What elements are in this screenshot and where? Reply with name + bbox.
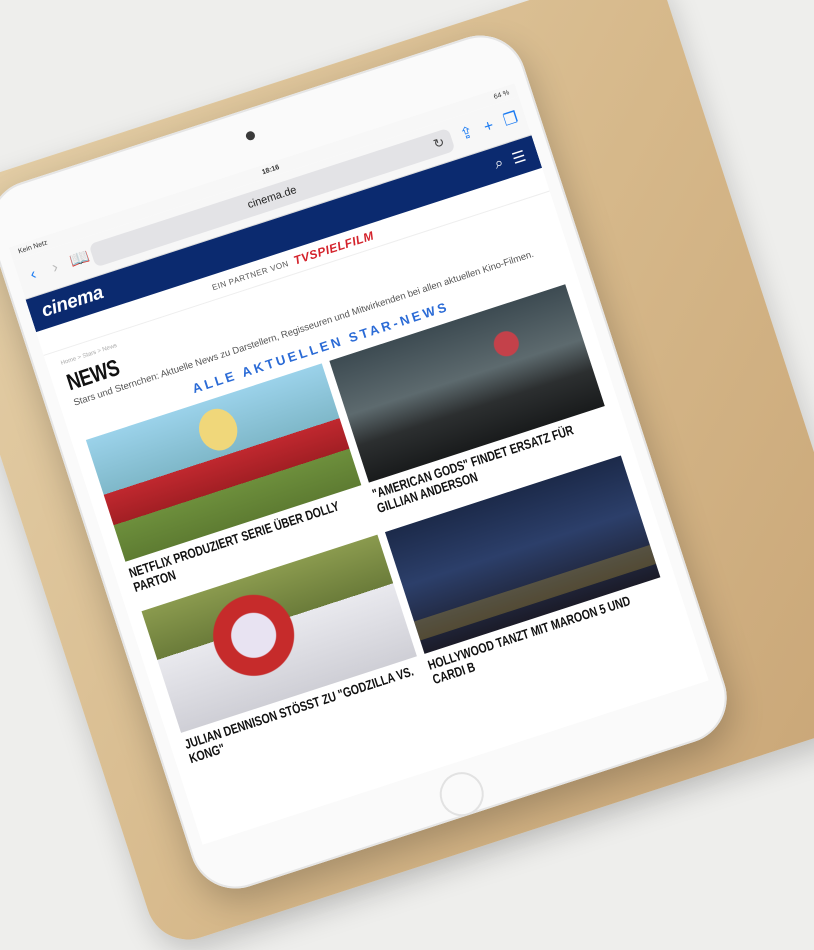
reload-icon[interactable]: ↻ (431, 134, 446, 153)
url-text: cinema.de (246, 184, 299, 212)
back-icon[interactable]: ‹ (24, 265, 42, 285)
tabs-icon[interactable]: ❐ (501, 109, 520, 130)
hamburger-menu-icon[interactable]: ☰ (510, 147, 528, 168)
bookmarks-icon[interactable]: 📖 (68, 248, 92, 270)
share-icon[interactable]: ⇪ (458, 124, 476, 144)
front-camera (244, 130, 257, 142)
forward-icon[interactable]: › (46, 258, 64, 278)
battery-level: 64 % (492, 88, 511, 101)
new-tab-icon[interactable]: + (480, 117, 498, 137)
search-icon[interactable]: ⌕ (492, 154, 506, 174)
